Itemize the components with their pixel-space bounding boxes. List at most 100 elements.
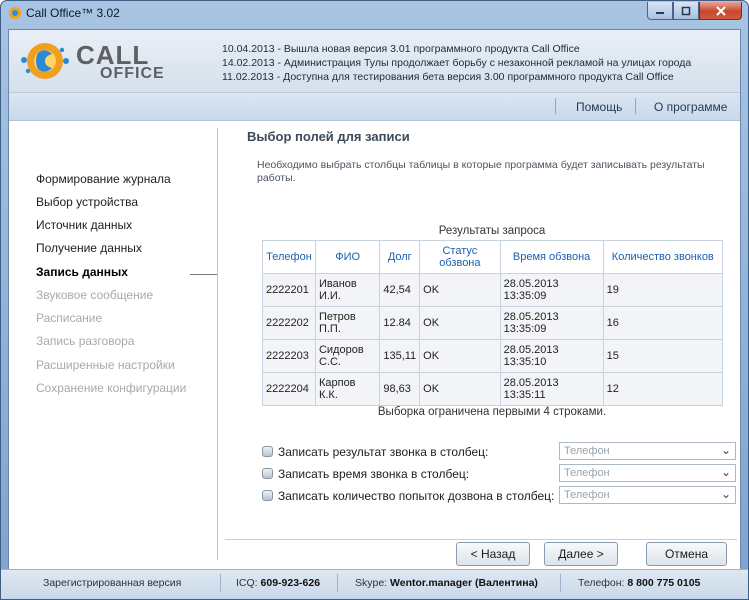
sidebar-item-save-config: Сохранение конфигурации [36,381,187,395]
call-office-app-icon [9,7,21,19]
table-caption: Результаты запроса [438,225,546,237]
table-cell: Сидоров С.С. [314,339,381,373]
news-item[interactable]: 14.02.2013 - Администрация Тулы продолжа… [222,56,691,70]
phone-label: Телефон: [578,577,625,589]
table-cell: 42,54 [379,273,421,307]
window-controls [647,2,742,20]
option-row-attempt-count: Записать количество попыток дозвона в ст… [262,486,737,506]
window-title: Call Office™ 3.02 [26,6,120,20]
call-time-checkbox[interactable] [262,468,273,479]
icq-contact: ICQ: 609-923-626 [236,577,320,589]
page-description: Необходимо выбрать столбцы таблицы в кот… [257,159,705,184]
column-header-name[interactable]: ФИО [314,240,381,274]
table-cell: 12.84 [379,306,421,340]
table-cell: 2222202 [262,306,316,340]
sidebar-item-schedule: Расписание [36,311,103,325]
call-time-label[interactable]: Записать время звонка в столбец: [278,467,469,481]
next-button[interactable]: Далее > [544,542,618,566]
table-cell: 98,63 [379,372,421,406]
column-header-call-status[interactable]: Статус обзвона [419,240,501,274]
sidebar-item-sound-message: Звуковое сообщение [36,288,154,302]
table-cell: 28.05.2013 13:35:10 [499,339,604,373]
table-cell: OK [419,273,501,307]
option-row-call-time: Записать время звонка в столбец: Телефон… [262,464,737,484]
skype-contact: Skype: Wentor.manager (Валентина) [355,577,538,589]
table-cell: OK [419,339,501,373]
attempt-count-column-select[interactable]: Телефон ⌄ [559,486,736,504]
close-button[interactable] [699,2,742,20]
icq-label: ICQ: [236,577,258,589]
column-header-call-count[interactable]: Количество звонков [602,240,724,274]
sidebar-item-journal[interactable]: Формирование журнала [36,172,171,186]
call-time-column-select[interactable]: Телефон ⌄ [559,464,736,482]
chevron-down-icon: ⌄ [720,465,731,479]
results-table: Телефон ФИО Долг Статус обзвона Время об… [262,240,724,406]
table-cell: 2222204 [262,372,316,406]
title-bar[interactable]: Call Office™ 3.02 [1,1,748,25]
news-list: 10.04.2013 - Вышла новая версия 3.01 про… [222,42,691,84]
maximize-button[interactable] [673,2,699,20]
sidebar-item-get-data[interactable]: Получение данных [36,241,142,255]
nav-separator [635,98,636,114]
registration-status: Зарегистрированная версия [43,577,182,589]
table-cell: Карпов К.К. [314,372,381,406]
table-row[interactable]: 2222204 Карпов К.К. 98,63 OK 28.05.2013 … [262,372,724,406]
table-row[interactable]: 2222201 Иванов И.И. 42,54 OK 28.05.2013 … [262,273,724,307]
help-link[interactable]: Помощь [576,100,622,114]
minimize-button[interactable] [647,2,673,20]
sidebar-item-write-data[interactable]: Запись данных [36,265,128,279]
call-result-label[interactable]: Записать результат звонка в столбец: [278,445,488,459]
table-limit-note: Выборка ограничена первыми 4 строками. [377,406,607,418]
table-cell: 28.05.2013 13:35:09 [499,273,604,307]
table-cell: Петров П.П. [314,306,381,340]
wizard-steps-sidebar: Формирование журнала Выбор устройства Ис… [9,122,217,562]
table-cell: 15 [602,339,724,373]
call-result-column-select[interactable]: Телефон ⌄ [559,442,736,460]
table-header-row: Телефон ФИО Долг Статус обзвона Время об… [262,240,724,274]
skype-label: Skype: [355,577,388,589]
chevron-down-icon: ⌄ [720,443,731,457]
icq-value: 609-923-626 [260,577,321,589]
logo-text-office: OFFICE [100,65,165,82]
call-time-column-value: Телефон [564,467,610,479]
call-result-column-value: Телефон [564,445,610,457]
table-cell: 28.05.2013 13:35:09 [499,306,604,340]
attempt-count-label[interactable]: Записать количество попыток дозвона в ст… [278,489,554,503]
call-result-checkbox[interactable] [262,446,273,457]
header: CALL OFFICE 10.04.2013 - Вышла новая вер… [9,30,740,93]
table-cell: 2222203 [262,339,316,373]
status-separator [560,574,561,592]
phone-value: 8 800 775 0105 [627,577,701,589]
table-cell: 19 [602,273,724,307]
table-row[interactable]: 2222203 Сидоров С.С. 135,11 OK 28.05.201… [262,339,724,373]
column-header-phone[interactable]: Телефон [262,240,316,274]
main-panel: Выбор полей для записи Необходимо выбрат… [218,122,740,562]
column-header-call-time[interactable]: Время обзвона [499,240,604,274]
minimize-icon [656,11,664,14]
table-cell: OK [419,372,501,406]
sidebar-item-call-recording: Запись разговора [36,334,135,348]
skype-value: Wentor.manager (Валентина) [390,577,538,589]
logo-emblem-icon [21,43,69,79]
news-item[interactable]: 11.02.2013 - Доступна для тестирования б… [222,70,691,84]
back-button[interactable]: < Назад [456,542,530,566]
option-row-call-result: Записать результат звонка в столбец: Тел… [262,442,737,462]
call-office-logo: CALL OFFICE [18,36,203,86]
close-icon [715,5,726,16]
column-header-debt[interactable]: Долг [379,240,421,274]
sidebar-item-advanced-settings: Расширенные настройки [36,358,175,372]
attempt-count-checkbox[interactable] [262,490,273,501]
about-link[interactable]: О программе [654,100,727,114]
app-window: Call Office™ 3.02 CALL OFFICE 10.04.2013… [0,0,749,600]
maximize-icon [681,6,691,15]
table-row[interactable]: 2222202 Петров П.П. 12.84 OK 28.05.2013 … [262,306,724,340]
status-separator [220,574,221,592]
sidebar-item-device[interactable]: Выбор устройства [36,195,138,209]
attempt-count-column-value: Телефон [564,489,610,501]
table-cell: 28.05.2013 13:35:11 [499,372,604,406]
sidebar-item-data-source[interactable]: Источник данных [36,218,132,232]
status-bar: Зарегистрированная версия ICQ: 609-923-6… [1,569,748,599]
table-cell: 135,11 [379,339,421,373]
news-item[interactable]: 10.04.2013 - Вышла новая версия 3.01 про… [222,42,691,56]
cancel-button[interactable]: Отмена [646,542,727,566]
